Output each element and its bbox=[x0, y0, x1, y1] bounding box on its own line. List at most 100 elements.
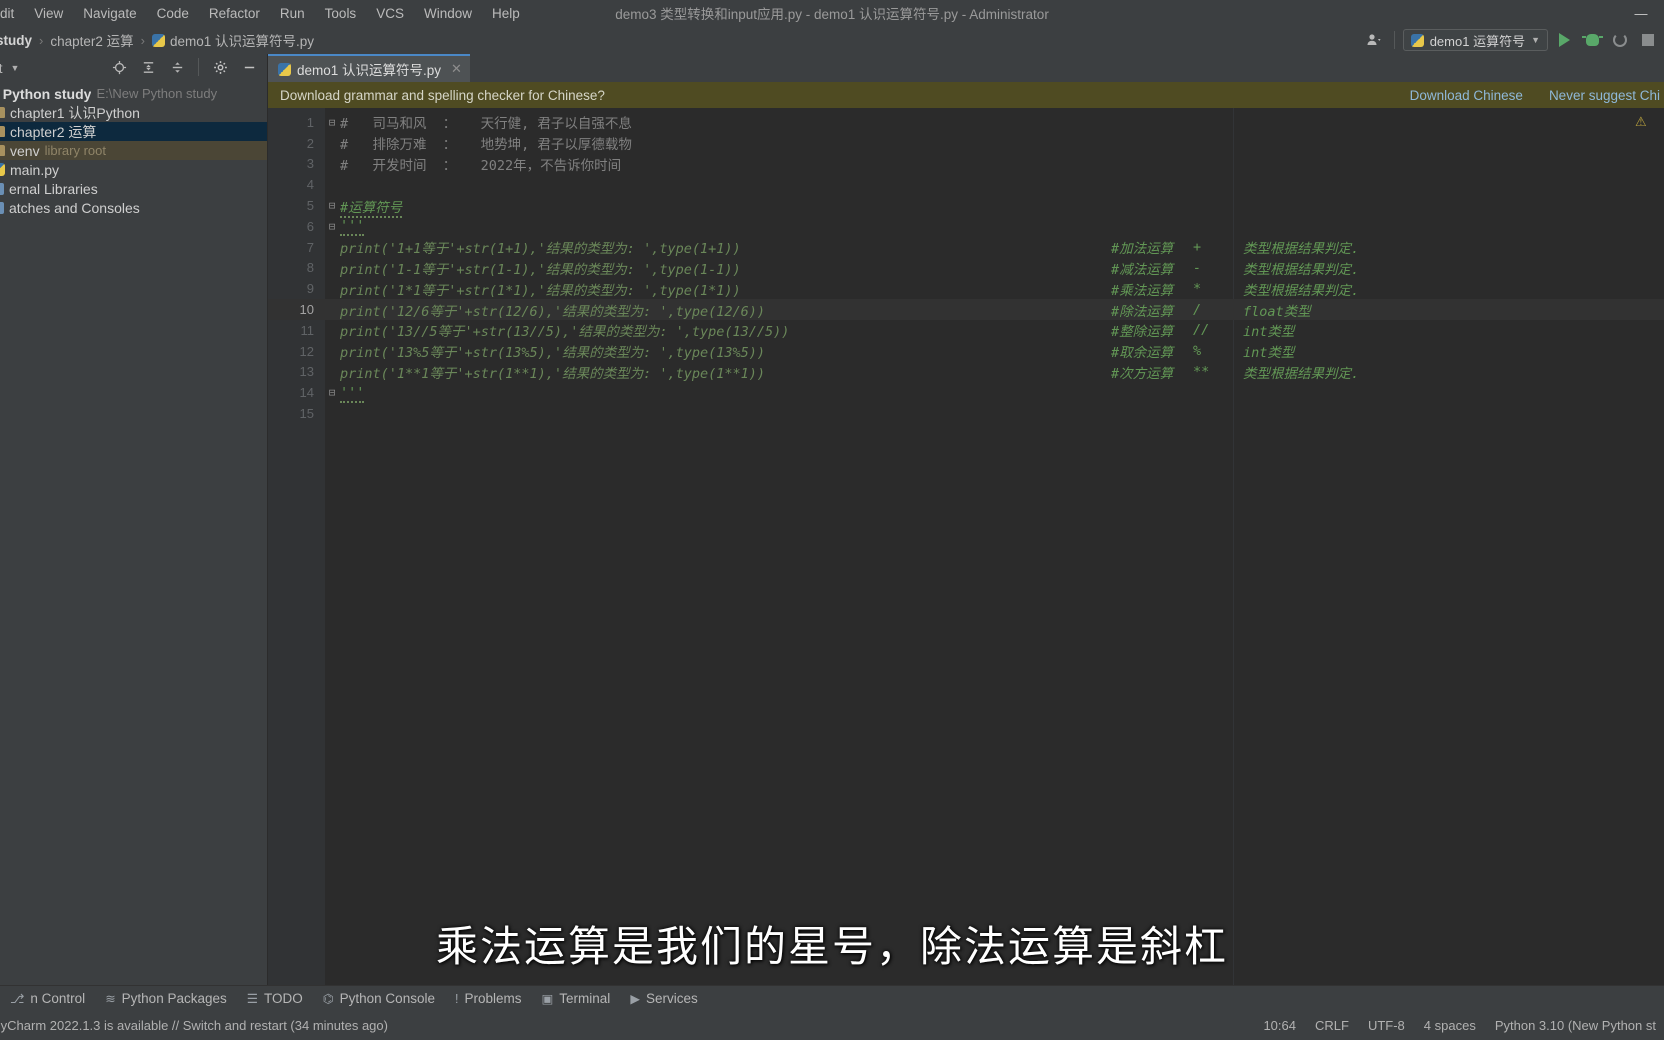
tool-window-n-control[interactable]: ⎇ n Control bbox=[0, 989, 95, 1008]
tool-window-services[interactable]: ▶ Services bbox=[620, 989, 707, 1008]
menu-item-help[interactable]: Help bbox=[482, 3, 530, 24]
tree-item-label: venv bbox=[10, 142, 40, 159]
indent-setting[interactable]: 4 spaces bbox=[1424, 1018, 1476, 1033]
inline-comment-operator: * bbox=[1193, 280, 1202, 297]
tool-window-label: TODO bbox=[263, 991, 303, 1006]
code-line-5[interactable]: 5 ⊟ #运算符号 bbox=[268, 195, 1664, 218]
fold-toggle-icon[interactable]: ⊟ bbox=[326, 116, 338, 129]
line-number: 14 bbox=[299, 385, 314, 401]
fold-toggle-icon[interactable]: ⊟ bbox=[326, 386, 338, 399]
file-encoding[interactable]: UTF-8 bbox=[1368, 1018, 1405, 1033]
inline-comment: #次方运算 bbox=[1111, 365, 1174, 382]
menu-item-refactor[interactable]: Refactor bbox=[199, 3, 270, 24]
line-separator[interactable]: CRLF bbox=[1315, 1018, 1349, 1033]
tool-window-python-console[interactable]: ⌬ Python Console bbox=[313, 989, 445, 1008]
breadcrumb-item-2[interactable]: demo1 认识运算符号.py bbox=[146, 28, 320, 52]
tree-item-5[interactable]: ernal Libraries bbox=[0, 179, 267, 198]
never-suggest-link[interactable]: Never suggest Chi bbox=[1549, 88, 1660, 103]
line-number: 13 bbox=[299, 364, 314, 380]
status-message[interactable]: PyCharm 2022.1.3 is available // Switch … bbox=[0, 1018, 388, 1033]
editor-tab[interactable]: demo1 认识运算符号.py ✕ bbox=[268, 54, 470, 82]
tree-item-4[interactable]: main.py bbox=[0, 160, 267, 179]
menu-item-navigate[interactable]: Navigate bbox=[73, 3, 146, 24]
breadcrumb-item-1[interactable]: chapter2 运算 bbox=[44, 28, 139, 52]
minimize-icon[interactable]: — bbox=[1618, 0, 1664, 26]
run-configuration-label: demo1 运算符号 bbox=[1429, 33, 1526, 49]
tree-item-0[interactable]: w Python study E:\New Python study bbox=[0, 84, 267, 103]
python-file-icon bbox=[1410, 33, 1424, 47]
editor-tabstrip: demo1 认识运算符号.py ✕ bbox=[268, 54, 1664, 82]
line-number: 9 bbox=[306, 281, 314, 297]
fold-toggle-icon[interactable]: ⊟ bbox=[326, 199, 338, 212]
vcs-icon: ⎇ bbox=[10, 992, 25, 1006]
close-icon[interactable]: ✕ bbox=[451, 61, 462, 77]
menu-item-vcs[interactable]: VCS bbox=[366, 3, 414, 24]
code-line-11[interactable]: 11 print('13//5等于'+str(13//5),'结果的类型为: ',… bbox=[268, 320, 1664, 341]
inline-comment-note: 类型根据结果判定. bbox=[1243, 365, 1360, 382]
code-line-10[interactable]: 10 print('12/6等于'+str(12/6),'结果的类型为: ',ty… bbox=[268, 299, 1664, 320]
tool-window-problems[interactable]: ! Problems bbox=[445, 989, 532, 1008]
line-number: 8 bbox=[306, 260, 314, 276]
code-line-7[interactable]: 7 print('1+1等于'+str(1+1),'结果的类型为: ',type(… bbox=[268, 237, 1664, 258]
download-chinese-link[interactable]: Download Chinese bbox=[1410, 88, 1523, 103]
breadcrumb-item-0[interactable]: study bbox=[0, 31, 38, 50]
menu-item-tools[interactable]: Tools bbox=[315, 3, 367, 24]
code-line-3[interactable]: 3 # 开发时间 ： 2022年，不告诉你时间 bbox=[268, 154, 1664, 175]
inline-comment-note: int类型 bbox=[1243, 345, 1295, 362]
code-line-9[interactable]: 9 print('1*1等于'+str(1*1),'结果的类型为: ',type(… bbox=[268, 278, 1664, 312]
rerun-button[interactable] bbox=[1608, 29, 1632, 51]
code-line-15[interactable]: 15 bbox=[268, 403, 1664, 424]
folder-icon bbox=[0, 145, 5, 156]
tree-item-2[interactable]: chapter2 运算 bbox=[0, 122, 267, 141]
fold-toggle-icon[interactable]: ⊟ bbox=[326, 220, 338, 233]
code-editor[interactable]: ⚠ 1 ⊟ # 司马和风 ： 天行健, 君子以自强不息 2 # 排除万难 ： 地势坤, … bbox=[268, 108, 1664, 985]
line-number: 5 bbox=[306, 198, 314, 214]
tree-item-3[interactable]: venv library root bbox=[0, 141, 267, 160]
menu-item-view[interactable]: View bbox=[24, 3, 73, 24]
stop-button[interactable] bbox=[1636, 29, 1660, 51]
settings-gear-icon[interactable] bbox=[208, 56, 232, 78]
run-button[interactable] bbox=[1552, 29, 1576, 51]
inline-comment-operator: + bbox=[1193, 239, 1202, 256]
tree-item-1[interactable]: chapter1 认识Python bbox=[0, 103, 267, 122]
tool-window-terminal[interactable]: ▣ Terminal bbox=[531, 989, 620, 1008]
chevron-down-icon[interactable]: ▼ bbox=[11, 63, 20, 73]
tree-item-6[interactable]: atches and Consoles bbox=[0, 198, 267, 217]
menu-item-dit[interactable]: dit bbox=[0, 3, 24, 24]
tree-item-label: w Python study bbox=[0, 85, 92, 102]
code-line-12[interactable]: 12 print('13%5等于'+str(13%5),'结果的类型为: ',ty… bbox=[268, 341, 1664, 362]
banner-actions: Download Chinese Never suggest Chi bbox=[1410, 88, 1664, 103]
caret-position[interactable]: 10:64 bbox=[1263, 1018, 1296, 1033]
code-text: # 司马和风 ： 天行健, 君子以自强不息 bbox=[340, 116, 632, 133]
debug-button[interactable] bbox=[1580, 29, 1604, 51]
code-text: print('1+1等于'+str(1+1),'结果的类型为: ',type(1… bbox=[340, 241, 741, 258]
code-line-2[interactable]: 2 # 排除万难 ： 地势坤, 君子以厚德载物 bbox=[268, 133, 1664, 154]
tool-window-todo[interactable]: ☰ TODO bbox=[237, 989, 313, 1008]
menu-item-window[interactable]: Window bbox=[414, 3, 482, 24]
project-panel-header: ct ▼ bbox=[0, 54, 267, 82]
project-panel-title[interactable]: ct bbox=[0, 61, 3, 76]
expand-all-icon[interactable] bbox=[136, 56, 160, 78]
menu-item-run[interactable]: Run bbox=[270, 3, 315, 24]
locate-icon[interactable] bbox=[107, 56, 131, 78]
menu-bar: dit View Navigate Code Refactor Run Tools VCS Wi… bbox=[0, 0, 1664, 26]
code-line-6[interactable]: 6 ⊟ ''' bbox=[268, 216, 1664, 237]
tree-item-label: ernal Libraries bbox=[9, 180, 98, 197]
code-line-13[interactable]: 13 print('1**1等于'+str(1**1),'结果的类型为: ',ty… bbox=[268, 362, 1664, 383]
code-line-8[interactable]: 8 print('1-1等于'+str(1-1),'结果的类型为: ',type(… bbox=[268, 258, 1664, 279]
python-interpreter[interactable]: Python 3.10 (New Python st bbox=[1495, 1018, 1656, 1033]
code-line-4[interactable]: 4 bbox=[268, 174, 1664, 195]
inline-comment-note: int类型 bbox=[1243, 324, 1295, 341]
hide-panel-icon[interactable] bbox=[237, 56, 261, 78]
code-text: print('13%5等于'+str(13%5),'结果的类型为: ',type… bbox=[340, 345, 765, 362]
menu-item-code[interactable]: Code bbox=[147, 3, 199, 24]
tool-window-python-packages[interactable]: ≋ Python Packages bbox=[95, 989, 237, 1008]
collapse-all-icon[interactable] bbox=[165, 56, 189, 78]
run-configuration-selector[interactable]: demo1 运算符号 ▼ bbox=[1402, 29, 1548, 51]
code-text: print('12/6等于'+str(12/6),'结果的类型为: ',type… bbox=[340, 303, 765, 320]
inline-comment: #除法运算 bbox=[1111, 303, 1174, 320]
code-line-14[interactable]: 14 ⊟ ''' bbox=[268, 382, 1664, 403]
todo-icon: ☰ bbox=[246, 992, 258, 1006]
code-line-1[interactable]: 1 ⊟ # 司马和风 ： 天行健, 君子以自强不息 bbox=[268, 112, 1664, 133]
user-settings-icon[interactable] bbox=[1362, 29, 1386, 51]
